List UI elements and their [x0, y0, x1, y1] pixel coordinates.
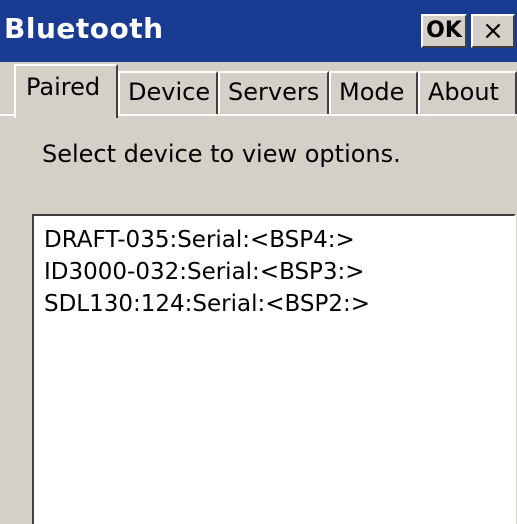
title-bar: Bluetooth OK × [0, 0, 517, 62]
tab-mode[interactable]: Mode [329, 71, 418, 116]
list-item[interactable]: DRAFT-035:Serial:<BSP4:> [44, 224, 355, 256]
tab-about[interactable]: About [418, 71, 517, 116]
window-title: Bluetooth [4, 12, 164, 45]
list-item[interactable]: ID3000-032:Serial:<BSP3:> [44, 256, 365, 288]
bluetooth-window: Bluetooth OK × Paired Device Servers Mod… [0, 0, 517, 524]
tab-device[interactable]: Device [118, 71, 218, 116]
paired-device-list[interactable]: DRAFT-035:Serial:<BSP4:> ID3000-032:Seri… [32, 214, 516, 524]
close-button[interactable]: × [471, 14, 515, 48]
ok-button[interactable]: OK [421, 14, 467, 48]
instruction-text: Select device to view options. [42, 140, 401, 168]
tab-paired[interactable]: Paired [14, 64, 118, 118]
list-item[interactable]: SDL130:124:Serial:<BSP2:> [44, 288, 370, 320]
tab-strip: Paired Device Servers Mode About [0, 62, 517, 118]
tab-servers[interactable]: Servers [218, 71, 329, 116]
